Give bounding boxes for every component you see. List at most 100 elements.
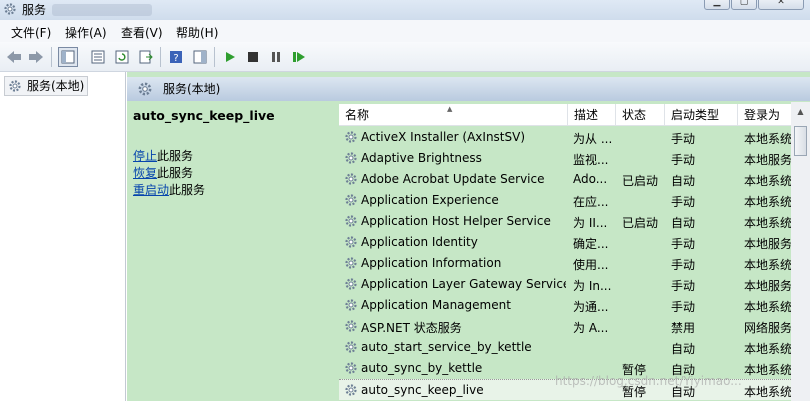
column-header-name[interactable]: 名称 ▲ bbox=[339, 104, 568, 126]
cell-description: 为通... bbox=[573, 300, 609, 314]
cell-description: 为从 ... bbox=[573, 132, 613, 146]
action-pane-icon bbox=[193, 50, 207, 64]
forward-arrow-icon bbox=[29, 51, 43, 63]
back-button[interactable] bbox=[4, 47, 24, 67]
column-header-description[interactable]: 描述 bbox=[568, 104, 616, 126]
pause-icon bbox=[272, 52, 280, 62]
minimize-button[interactable]: ▁ bbox=[704, 0, 730, 10]
show-hide-console-tree-button[interactable] bbox=[58, 47, 78, 67]
pause-service-button[interactable] bbox=[266, 47, 286, 67]
restart-action: 重启动此服务 bbox=[133, 181, 205, 198]
refresh-button[interactable] bbox=[112, 47, 132, 67]
cell-logon: 本地服务 bbox=[744, 153, 791, 167]
service-row[interactable]: Application Host Helper Service 为 II... 已启… bbox=[339, 211, 791, 232]
cell-description: 为 A... bbox=[573, 321, 609, 335]
menu-view[interactable]: 查看(V) bbox=[121, 24, 163, 41]
cell-name: Application Experience bbox=[361, 193, 499, 207]
forward-button[interactable] bbox=[26, 47, 46, 67]
cell-name: Adaptive Brightness bbox=[361, 151, 482, 165]
menu-file[interactable]: 文件(F) bbox=[11, 24, 51, 41]
cell-logon: 本地系统 bbox=[744, 363, 791, 377]
scroll-thumb[interactable] bbox=[794, 126, 807, 156]
restart-icon bbox=[293, 52, 305, 62]
toolbar-separator bbox=[160, 47, 161, 67]
service-gear-icon bbox=[345, 341, 357, 353]
svg-text:?: ? bbox=[173, 53, 178, 64]
cell-description: Ado... bbox=[573, 172, 608, 186]
service-gear-icon bbox=[345, 194, 357, 206]
export-list-button[interactable] bbox=[136, 47, 156, 67]
cell-description: 监视... bbox=[573, 153, 609, 167]
column-header-label: 描述 bbox=[574, 108, 599, 122]
help-icon: ? bbox=[170, 51, 182, 64]
service-row[interactable]: ActiveX Installer (AxInstSV) 为从 ... 手动 本地系统 bbox=[339, 127, 791, 148]
panel-title: 服务(本地) bbox=[163, 82, 221, 96]
service-row[interactable]: Application Layer Gateway Service 为 In...… bbox=[339, 274, 791, 295]
service-row[interactable]: Application Information 使用... 手动 本地系统 bbox=[339, 253, 791, 274]
cell-startup-type: 自动 bbox=[671, 342, 696, 356]
cell-name: Application Identity bbox=[361, 235, 478, 249]
help-button[interactable]: ? bbox=[166, 47, 186, 67]
refresh-icon bbox=[115, 50, 129, 64]
cell-logon: 本地系统 bbox=[744, 300, 791, 314]
toolbar-separator bbox=[214, 47, 215, 67]
column-header-logon[interactable]: 登录为 bbox=[738, 104, 791, 126]
cell-name: Adobe Acrobat Update Service bbox=[361, 172, 545, 186]
service-row[interactable]: ASP.NET 状态服务 为 A... 禁用 网络服务 bbox=[339, 316, 791, 337]
service-row[interactable]: Application Management 为通... 手动 本地系统 bbox=[339, 295, 791, 316]
service-row[interactable]: Application Experience 在应... 手动 本地系统 bbox=[339, 190, 791, 211]
service-gear-icon bbox=[345, 320, 357, 332]
cell-startup-type: 手动 bbox=[671, 300, 696, 314]
cell-name: auto_sync_keep_live bbox=[361, 383, 484, 397]
cell-name: auto_start_service_by_kettle bbox=[361, 340, 532, 354]
action-suffix: 此服务 bbox=[157, 166, 194, 180]
toolbar: ? bbox=[0, 42, 810, 72]
toolbar-separator bbox=[51, 47, 52, 67]
cell-description: 使用... bbox=[573, 258, 609, 272]
cell-startup-type: 手动 bbox=[671, 237, 696, 251]
service-row[interactable]: Adobe Acrobat Update Service Ado... 已启动 自动 本… bbox=[339, 169, 791, 190]
maximize-button[interactable]: ▢ bbox=[731, 0, 757, 10]
service-row[interactable]: auto_start_service_by_kettle 自动 本地系统 bbox=[339, 337, 791, 358]
cell-startup-type: 自动 bbox=[671, 216, 696, 230]
service-gear-icon bbox=[345, 215, 357, 227]
service-gear-icon bbox=[345, 236, 357, 248]
vertical-scrollbar[interactable]: ▲ bbox=[791, 102, 810, 401]
export-icon bbox=[139, 50, 153, 64]
play-icon bbox=[226, 52, 235, 62]
column-header-status[interactable]: 状态 bbox=[616, 104, 665, 126]
cell-logon: 本地系统 bbox=[744, 132, 791, 146]
column-header-label: 启动类型 bbox=[671, 108, 720, 122]
action-pane-button[interactable] bbox=[190, 47, 210, 67]
cell-startup-type: 自动 bbox=[671, 174, 696, 188]
cell-name: ActiveX Installer (AxInstSV) bbox=[361, 130, 526, 144]
cell-name: Application Layer Gateway Service bbox=[361, 277, 566, 291]
tree-item-services-local[interactable]: 服务(本地) bbox=[4, 76, 88, 96]
restart-service-button[interactable] bbox=[289, 47, 309, 67]
stop-service-link[interactable]: 停止 bbox=[133, 149, 157, 163]
start-service-button[interactable] bbox=[220, 47, 240, 67]
service-row[interactable]: Application Identity 确定... 手动 本地服务 bbox=[339, 232, 791, 253]
menu-help[interactable]: 帮助(H) bbox=[176, 24, 218, 41]
menu-action[interactable]: 操作(A) bbox=[65, 24, 107, 41]
service-row[interactable]: Adaptive Brightness 监视... 手动 本地服务 bbox=[339, 148, 791, 169]
cell-status: 已启动 bbox=[622, 216, 659, 230]
cell-logon: 本地系统 bbox=[744, 195, 791, 209]
services-gear-icon bbox=[138, 82, 152, 96]
scroll-up-arrow-icon[interactable]: ▲ bbox=[791, 104, 810, 120]
cell-startup-type: 手动 bbox=[671, 258, 696, 272]
column-header-startup-type[interactable]: 启动类型 bbox=[665, 104, 738, 126]
title-bar: 服务 ▁ ▢ ✕ bbox=[0, 0, 810, 20]
restart-service-link[interactable]: 重启动 bbox=[133, 183, 169, 197]
properties-list-button[interactable] bbox=[88, 47, 108, 67]
cell-startup-type: 手动 bbox=[671, 153, 696, 167]
cell-logon: 本地服务 bbox=[744, 237, 791, 251]
cell-startup-type: 禁用 bbox=[671, 321, 696, 335]
close-button[interactable]: ✕ bbox=[758, 0, 804, 10]
cell-startup-type: 手动 bbox=[671, 195, 696, 209]
stop-service-button[interactable] bbox=[243, 47, 263, 67]
cell-name: Application Information bbox=[361, 256, 502, 270]
resume-service-link[interactable]: 恢复 bbox=[133, 166, 157, 180]
selected-service-name: auto_sync_keep_live bbox=[133, 108, 275, 123]
services-gear-icon bbox=[9, 80, 21, 92]
